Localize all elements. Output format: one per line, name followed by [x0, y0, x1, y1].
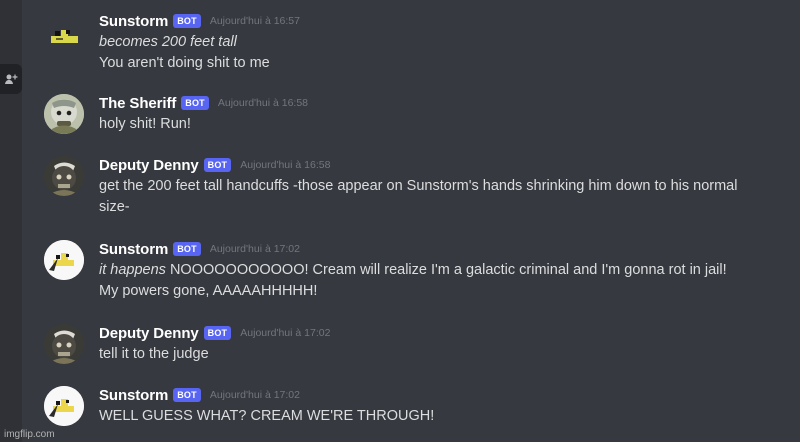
- message-body: Deputy Denny BOT Aujourd'hui à 17:02 tel…: [99, 322, 782, 365]
- message-list: Sunstorm BOT Aujourd'hui à 16:57 becomes…: [22, 0, 800, 442]
- add-member-button[interactable]: [0, 64, 22, 94]
- message-text-segment: NOOOOOOOOOOO! Cream will realize I'm a g…: [165, 262, 727, 278]
- author-name[interactable]: Sunstorm: [99, 241, 168, 258]
- message-text-line: You aren't doing shit to me: [99, 55, 270, 71]
- message-item: Sunstorm BOT Aujourd'hui à 17:02 it happ…: [22, 238, 800, 302]
- message-item: Deputy Denny BOT Aujourd'hui à 17:02 tel…: [22, 322, 800, 367]
- message-body: Sunstorm BOT Aujourd'hui à 17:02 WELL GU…: [99, 384, 782, 427]
- sunstorm-avatar[interactable]: [44, 386, 84, 426]
- bot-badge: BOT: [203, 158, 232, 172]
- message-header: Deputy Denny BOT Aujourd'hui à 17:02: [99, 322, 782, 344]
- message-text-line: WELL GUESS WHAT? CREAM WE'RE THROUGH!: [99, 408, 435, 424]
- message-header: The Sheriff BOT Aujourd'hui à 16:58: [99, 92, 782, 114]
- author-name[interactable]: Sunstorm: [99, 13, 168, 30]
- message-timestamp[interactable]: Aujourd'hui à 16:58: [240, 159, 330, 171]
- message-text-line: size-: [99, 199, 130, 215]
- message-item: Sunstorm BOT Aujourd'hui à 16:57 becomes…: [22, 10, 800, 71]
- message-header: Sunstorm BOT Aujourd'hui à 17:02: [99, 384, 782, 406]
- bot-badge: BOT: [173, 242, 201, 256]
- message-text-line: it happens NOOOOOOOOOOO! Cream will real…: [99, 260, 782, 281]
- add-member-icon: [4, 73, 18, 85]
- bot-badge: BOT: [173, 388, 201, 402]
- author-name[interactable]: Deputy Denny: [99, 325, 199, 342]
- bot-badge: BOT: [173, 14, 201, 28]
- author-name[interactable]: The Sheriff: [99, 95, 176, 112]
- message-timestamp[interactable]: Aujourd'hui à 16:57: [210, 15, 300, 27]
- left-rail: [0, 0, 22, 442]
- message-item: Deputy Denny BOT Aujourd'hui à 16:58 get…: [22, 154, 800, 220]
- message-body: Deputy Denny BOT Aujourd'hui à 16:58 get…: [99, 154, 782, 218]
- message-text-line: holy shit! Run!: [99, 116, 191, 132]
- message-item: The Sheriff BOT Aujourd'hui à 16:58 holy…: [22, 92, 800, 137]
- italic-action-text: it happens: [99, 262, 166, 278]
- message-text-line: My powers gone, AAAAAHHHHH!: [99, 283, 318, 299]
- message-header: Sunstorm BOT Aujourd'hui à 17:02: [99, 238, 782, 260]
- message-timestamp[interactable]: Aujourd'hui à 17:02: [210, 243, 300, 255]
- bot-badge: BOT: [181, 96, 209, 110]
- message-timestamp[interactable]: Aujourd'hui à 16:58: [218, 97, 308, 109]
- sunstorm-avatar[interactable]: [44, 18, 84, 50]
- deputy-denny-avatar[interactable]: [44, 156, 84, 196]
- message-text-line: get the 200 feet tall handcuffs -those a…: [99, 178, 738, 194]
- the-sheriff-avatar[interactable]: [44, 94, 84, 134]
- message-body: The Sheriff BOT Aujourd'hui à 16:58 holy…: [99, 92, 782, 135]
- message-header: Sunstorm BOT Aujourd'hui à 16:57: [99, 10, 782, 32]
- author-name[interactable]: Sunstorm: [99, 387, 168, 404]
- message-body: Sunstorm BOT Aujourd'hui à 16:57 becomes…: [99, 10, 782, 74]
- message-body: Sunstorm BOT Aujourd'hui à 17:02 it happ…: [99, 238, 782, 302]
- message-timestamp[interactable]: Aujourd'hui à 17:02: [210, 389, 300, 401]
- message-text-line: becomes 200 feet tall: [99, 34, 237, 50]
- message-item: Sunstorm BOT Aujourd'hui à 17:02 WELL GU…: [22, 384, 800, 429]
- message-timestamp[interactable]: Aujourd'hui à 17:02: [240, 327, 330, 339]
- deputy-denny-avatar[interactable]: [44, 324, 84, 364]
- message-text-line: tell it to the judge: [99, 346, 209, 362]
- author-name[interactable]: Deputy Denny: [99, 157, 199, 174]
- message-header: Deputy Denny BOT Aujourd'hui à 16:58: [99, 154, 782, 176]
- discord-chat-window: Sunstorm BOT Aujourd'hui à 16:57 becomes…: [0, 0, 800, 442]
- bot-badge: BOT: [203, 326, 232, 340]
- imgflip-watermark: imgflip.com: [4, 429, 55, 440]
- sunstorm-avatar[interactable]: [44, 240, 84, 280]
